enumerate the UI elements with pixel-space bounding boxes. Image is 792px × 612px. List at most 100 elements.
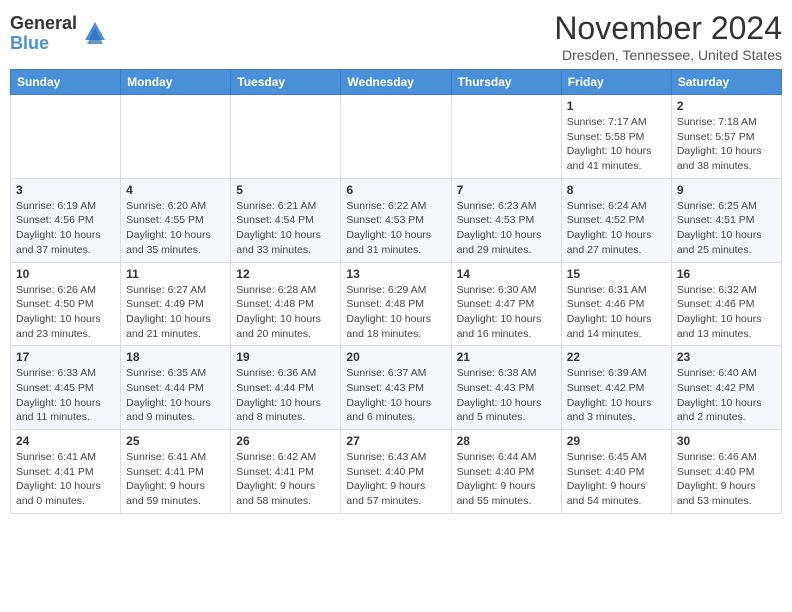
- calendar-cell: 9 Sunrise: 6:25 AM Sunset: 4:51 PM Daylig…: [671, 178, 781, 262]
- day-number: 17: [16, 350, 115, 364]
- calendar-cell: 11Sunrise: 6:27 AM Sunset: 4:49 PM Dayli…: [121, 262, 231, 346]
- calendar-week-5: 24Sunrise: 6:41 AM Sunset: 4:41 PM Dayli…: [11, 430, 782, 514]
- calendar-cell: 1Sunrise: 7:17 AM Sunset: 5:58 PM Daylig…: [561, 95, 671, 179]
- calendar-cell: 12 Sunrise: 6:28 AM Sunset: 4:48 PM Dayli…: [231, 262, 341, 346]
- day-info: Sunrise: 6:23 AM Sunset: 4:53 PM Dayligh…: [457, 199, 556, 258]
- day-number: 14: [457, 267, 556, 281]
- day-info: Sunrise: 6:46 AM Sunset: 4:40 PM Dayligh…: [677, 450, 776, 509]
- day-info: Sunrise: 6:20 AM Sunset: 4:55 PM Dayligh…: [126, 199, 225, 258]
- day-info: Sunrise: 6:31 AM Sunset: 4:46 PM Dayligh…: [567, 283, 666, 342]
- weekday-header-sunday: Sunday: [11, 70, 121, 95]
- calendar-week-1: 1Sunrise: 7:17 AM Sunset: 5:58 PM Daylig…: [11, 95, 782, 179]
- calendar-week-2: 3 Sunrise: 6:19 AM Sunset: 4:56 PM Daylig…: [11, 178, 782, 262]
- day-number: 3: [16, 183, 115, 197]
- day-info: Sunrise: 6:45 AM Sunset: 4:40 PM Dayligh…: [567, 450, 666, 509]
- day-number: 12: [236, 267, 335, 281]
- day-info: Sunrise: 6:33 AM Sunset: 4:45 PM Dayligh…: [16, 366, 115, 425]
- calendar-cell: [11, 95, 121, 179]
- calendar-cell: 22Sunrise: 6:39 AM Sunset: 4:42 PM Dayli…: [561, 346, 671, 430]
- day-info: Sunrise: 6:41 AM Sunset: 4:41 PM Dayligh…: [16, 450, 115, 509]
- day-number: 27: [346, 434, 445, 448]
- day-info: Sunrise: 6:40 AM Sunset: 4:42 PM Dayligh…: [677, 366, 776, 425]
- weekday-header-friday: Friday: [561, 70, 671, 95]
- calendar-cell: 25 Sunrise: 6:41 AM Sunset: 4:41 PM Dayli…: [121, 430, 231, 514]
- calendar-cell: 30 Sunrise: 6:46 AM Sunset: 4:40 PM Dayli…: [671, 430, 781, 514]
- calendar-table: SundayMondayTuesdayWednesdayThursdayFrid…: [10, 69, 782, 514]
- day-info: Sunrise: 6:26 AM Sunset: 4:50 PM Dayligh…: [16, 283, 115, 342]
- day-number: 22: [567, 350, 666, 364]
- day-info: Sunrise: 6:19 AM Sunset: 4:56 PM Dayligh…: [16, 199, 115, 258]
- day-info: Sunrise: 6:21 AM Sunset: 4:54 PM Dayligh…: [236, 199, 335, 258]
- day-info: Sunrise: 6:24 AM Sunset: 4:52 PM Dayligh…: [567, 199, 666, 258]
- logo-icon: [81, 18, 109, 46]
- day-number: 2: [677, 99, 776, 113]
- location: Dresden, Tennessee, United States: [554, 47, 782, 63]
- day-number: 11: [126, 267, 225, 281]
- calendar-cell: [341, 95, 451, 179]
- weekday-header-thursday: Thursday: [451, 70, 561, 95]
- calendar-cell: 8 Sunrise: 6:24 AM Sunset: 4:52 PM Daylig…: [561, 178, 671, 262]
- day-number: 6: [346, 183, 445, 197]
- calendar-cell: 24Sunrise: 6:41 AM Sunset: 4:41 PM Dayli…: [11, 430, 121, 514]
- calendar-cell: 29 Sunrise: 6:45 AM Sunset: 4:40 PM Dayli…: [561, 430, 671, 514]
- weekday-header-tuesday: Tuesday: [231, 70, 341, 95]
- weekday-header-saturday: Saturday: [671, 70, 781, 95]
- calendar-cell: 2 Sunrise: 7:18 AM Sunset: 5:57 PM Daylig…: [671, 95, 781, 179]
- day-number: 8: [567, 183, 666, 197]
- day-number: 10: [16, 267, 115, 281]
- day-info: Sunrise: 6:30 AM Sunset: 4:47 PM Dayligh…: [457, 283, 556, 342]
- weekday-header-wednesday: Wednesday: [341, 70, 451, 95]
- calendar-cell: 4Sunrise: 6:20 AM Sunset: 4:55 PM Daylig…: [121, 178, 231, 262]
- day-info: Sunrise: 6:22 AM Sunset: 4:53 PM Dayligh…: [346, 199, 445, 258]
- day-number: 5: [236, 183, 335, 197]
- calendar-cell: 5 Sunrise: 6:21 AM Sunset: 4:54 PM Daylig…: [231, 178, 341, 262]
- day-number: 26: [236, 434, 335, 448]
- logo: General Blue: [10, 14, 109, 54]
- calendar-cell: 18 Sunrise: 6:35 AM Sunset: 4:44 PM Dayli…: [121, 346, 231, 430]
- day-number: 30: [677, 434, 776, 448]
- calendar-cell: 13Sunrise: 6:29 AM Sunset: 4:48 PM Dayli…: [341, 262, 451, 346]
- calendar-cell: 21Sunrise: 6:38 AM Sunset: 4:43 PM Dayli…: [451, 346, 561, 430]
- calendar-cell: 16 Sunrise: 6:32 AM Sunset: 4:46 PM Dayli…: [671, 262, 781, 346]
- calendar-week-4: 17 Sunrise: 6:33 AM Sunset: 4:45 PM Dayli…: [11, 346, 782, 430]
- day-info: Sunrise: 6:32 AM Sunset: 4:46 PM Dayligh…: [677, 283, 776, 342]
- day-info: Sunrise: 6:37 AM Sunset: 4:43 PM Dayligh…: [346, 366, 445, 425]
- day-info: Sunrise: 7:18 AM Sunset: 5:57 PM Dayligh…: [677, 115, 776, 174]
- day-number: 9: [677, 183, 776, 197]
- calendar-cell: 6 Sunrise: 6:22 AM Sunset: 4:53 PM Daylig…: [341, 178, 451, 262]
- calendar-cell: [451, 95, 561, 179]
- calendar-cell: 28 Sunrise: 6:44 AM Sunset: 4:40 PM Dayli…: [451, 430, 561, 514]
- logo-general: General: [10, 14, 77, 34]
- day-number: 18: [126, 350, 225, 364]
- calendar-cell: 17 Sunrise: 6:33 AM Sunset: 4:45 PM Dayli…: [11, 346, 121, 430]
- day-info: Sunrise: 6:35 AM Sunset: 4:44 PM Dayligh…: [126, 366, 225, 425]
- day-number: 15: [567, 267, 666, 281]
- day-info: Sunrise: 6:44 AM Sunset: 4:40 PM Dayligh…: [457, 450, 556, 509]
- day-info: Sunrise: 7:17 AM Sunset: 5:58 PM Dayligh…: [567, 115, 666, 174]
- day-number: 25: [126, 434, 225, 448]
- title-block: November 2024 Dresden, Tennessee, United…: [554, 10, 782, 63]
- day-info: Sunrise: 6:43 AM Sunset: 4:40 PM Dayligh…: [346, 450, 445, 509]
- day-number: 16: [677, 267, 776, 281]
- page-header: General Blue November 2024 Dresden, Tenn…: [10, 10, 782, 63]
- calendar-cell: 19Sunrise: 6:36 AM Sunset: 4:44 PM Dayli…: [231, 346, 341, 430]
- weekday-header-row: SundayMondayTuesdayWednesdayThursdayFrid…: [11, 70, 782, 95]
- day-number: 29: [567, 434, 666, 448]
- day-number: 13: [346, 267, 445, 281]
- calendar-cell: 3 Sunrise: 6:19 AM Sunset: 4:56 PM Daylig…: [11, 178, 121, 262]
- calendar-cell: [121, 95, 231, 179]
- day-number: 19: [236, 350, 335, 364]
- day-info: Sunrise: 6:41 AM Sunset: 4:41 PM Dayligh…: [126, 450, 225, 509]
- calendar-cell: 26Sunrise: 6:42 AM Sunset: 4:41 PM Dayli…: [231, 430, 341, 514]
- calendar-cell: 20 Sunrise: 6:37 AM Sunset: 4:43 PM Dayli…: [341, 346, 451, 430]
- day-number: 20: [346, 350, 445, 364]
- day-info: Sunrise: 6:25 AM Sunset: 4:51 PM Dayligh…: [677, 199, 776, 258]
- day-info: Sunrise: 6:28 AM Sunset: 4:48 PM Dayligh…: [236, 283, 335, 342]
- calendar-cell: [231, 95, 341, 179]
- day-number: 23: [677, 350, 776, 364]
- calendar-cell: 27 Sunrise: 6:43 AM Sunset: 4:40 PM Dayli…: [341, 430, 451, 514]
- calendar-cell: 23 Sunrise: 6:40 AM Sunset: 4:42 PM Dayli…: [671, 346, 781, 430]
- day-info: Sunrise: 6:38 AM Sunset: 4:43 PM Dayligh…: [457, 366, 556, 425]
- month-title: November 2024: [554, 10, 782, 47]
- day-number: 28: [457, 434, 556, 448]
